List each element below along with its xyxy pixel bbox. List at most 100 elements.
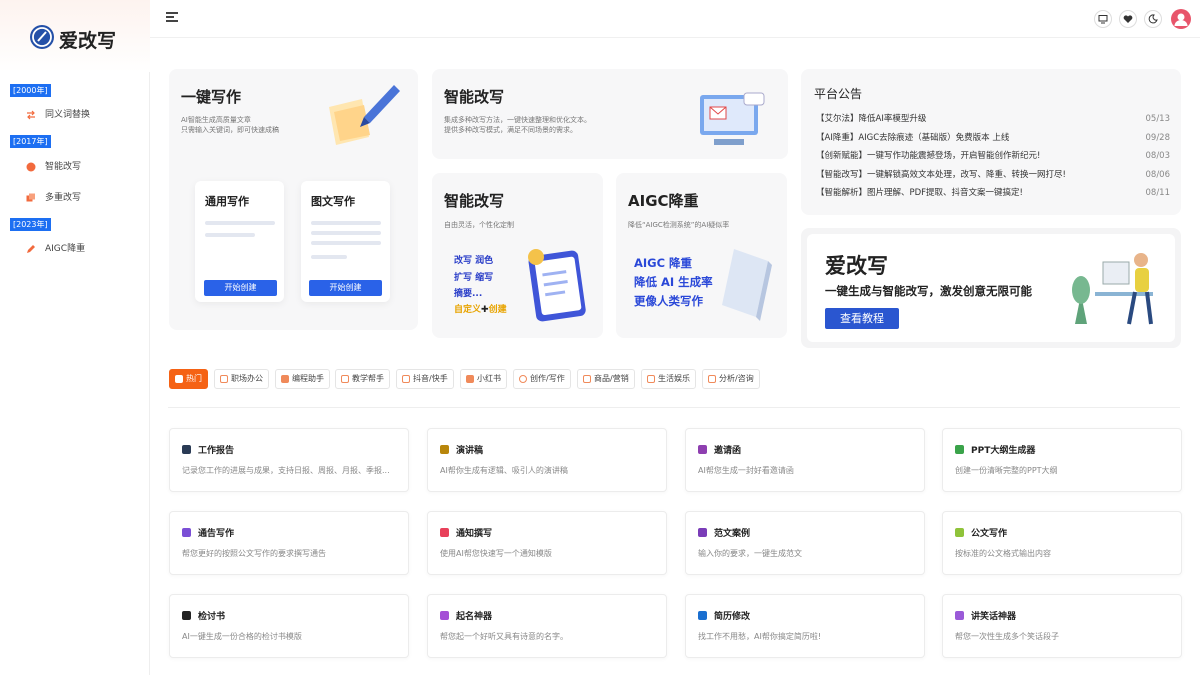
game-icon bbox=[647, 375, 655, 383]
sidebar-item-label: AIGC降重 bbox=[45, 244, 86, 254]
rewrite-top-card[interactable]: 智能改写 集成多种改写方法，一键快速整理和优化文本。 提供多种改写模式，满足不同… bbox=[432, 69, 788, 159]
moon-icon[interactable] bbox=[1144, 10, 1162, 28]
tool-card[interactable]: 通知撰写 使用AI帮您快速写一个通知模版 bbox=[427, 511, 667, 575]
tab-office[interactable]: 职场办公 bbox=[214, 369, 269, 389]
person-desk-icon bbox=[1072, 253, 1153, 325]
tool-desc: 帮您起一个好听又具有诗意的名字。 bbox=[440, 632, 568, 641]
joke-icon bbox=[955, 611, 964, 620]
tab-xiaohongshu[interactable]: 小红书 bbox=[460, 369, 507, 389]
tab-label: 商品/营销 bbox=[594, 374, 629, 383]
announcement-date: 08/11 bbox=[1145, 188, 1171, 198]
announcement-text: 【智能改写】一键解锁高效文本处理，改写、降重、转换一网打尽! bbox=[816, 170, 1066, 180]
tool-desc: 使用AI帮您快速写一个通知模版 bbox=[440, 549, 552, 558]
tool-desc: AI帮您生成一封好看邀请函 bbox=[698, 466, 794, 475]
announcement-date: 09/28 bbox=[1145, 133, 1171, 143]
naming-icon bbox=[440, 611, 449, 620]
tool-title: 演讲稿 bbox=[456, 446, 484, 456]
write-card[interactable]: 一键写作 AI智能生成高质量文章 只需输入关键词，即可快速成稿 通用写作 开始创… bbox=[169, 69, 418, 330]
book-icon bbox=[466, 375, 474, 383]
tool-desc: 找工作不用愁，AI帮你搞定简历啦! bbox=[698, 632, 822, 641]
tab-hot[interactable]: 热门 bbox=[169, 369, 208, 389]
rewrite-line-1: 改写 润色 bbox=[454, 256, 494, 266]
group-tag-2023: [2023年] bbox=[10, 218, 51, 231]
aigc-card[interactable]: AIGC降重 降低“AIGC检测系统”的AI疑似率 AIGC 降重 降低 AI … bbox=[616, 173, 787, 338]
announcement-item[interactable]: 【AI降重】AIGC去除痕迹（基础版）免费版本 上线 09/28 bbox=[816, 132, 1170, 144]
tab-label: 教学帮手 bbox=[352, 374, 384, 383]
clipboard-icon bbox=[528, 249, 586, 322]
pencil-icon bbox=[27, 245, 35, 253]
tool-title: 起名神器 bbox=[456, 612, 493, 622]
rewrite-top-title: 智能改写 bbox=[444, 88, 505, 106]
heart-icon[interactable] bbox=[1119, 10, 1137, 28]
tool-card[interactable]: 演讲稿 AI帮你生成有逻辑、吸引人的演讲稿 bbox=[427, 428, 667, 492]
tool-card[interactable]: 讲笑话神器 帮您一次性生成多个笑话段子 bbox=[942, 594, 1182, 658]
tab-label: 生活娱乐 bbox=[658, 374, 690, 383]
tab-coding[interactable]: 编程助手 bbox=[275, 369, 330, 389]
tool-title: 工作报告 bbox=[198, 446, 235, 456]
tab-analysis[interactable]: 分析/咨询 bbox=[702, 369, 760, 389]
group-tag-2017: [2017年] bbox=[10, 135, 51, 148]
shop-icon bbox=[583, 375, 591, 383]
announcement-item[interactable]: 【智能解析】图片理解、PDF提取、抖音文案一键搞定! 08/11 bbox=[816, 187, 1170, 199]
tab-label: 抖音/快手 bbox=[413, 374, 448, 383]
rewrite-line-3: 摘要... bbox=[454, 289, 483, 299]
tool-desc: AI帮你生成有逻辑、吸引人的演讲稿 bbox=[440, 466, 568, 475]
invitation-icon bbox=[698, 445, 707, 454]
promo-slogan: 一键生成与智能改写，激发创意无限可能 bbox=[825, 284, 1032, 298]
tab-label: 职场办公 bbox=[231, 374, 263, 383]
tutorial-button[interactable]: 查看教程 bbox=[825, 308, 899, 329]
write-sub2: 只需输入关键词，即可快速成稿 bbox=[181, 126, 279, 134]
pen-icon bbox=[519, 375, 527, 383]
announcement-date: 08/06 bbox=[1145, 170, 1171, 180]
menu-icon[interactable] bbox=[166, 12, 178, 22]
tool-title: 简历修改 bbox=[714, 612, 751, 622]
general-write-button[interactable]: 开始创建 bbox=[204, 280, 277, 296]
notice-icon bbox=[182, 528, 191, 537]
rewrite-line-4: 自定义✚创建 bbox=[454, 305, 507, 315]
tab-douyin[interactable]: 抖音/快手 bbox=[396, 369, 454, 389]
tab-teaching[interactable]: 教学帮手 bbox=[335, 369, 390, 389]
rewrite-small-card[interactable]: 智能改写 自由灵活，个性化定制 改写 润色 扩写 缩写 摘要... 自定义✚创建 bbox=[432, 173, 603, 338]
tool-desc: 帮您更好的按照公文写作的要求撰写通告 bbox=[182, 549, 326, 558]
announcement-text: 【智能解析】图片理解、PDF提取、抖音文案一键搞定! bbox=[816, 188, 1023, 198]
tool-card[interactable]: PPT大纲生成器 创建一份清晰完整的PPT大纲 bbox=[942, 428, 1182, 492]
tool-card[interactable]: 范文案例 输入你的要求，一键生成范文 bbox=[685, 511, 925, 575]
tool-card[interactable]: 通告写作 帮您更好的按照公文写作的要求撰写通告 bbox=[169, 511, 409, 575]
announcement-item[interactable]: 【智能改写】一键解锁高效文本处理，改写、降重、转换一网打尽! 08/06 bbox=[816, 169, 1170, 181]
video-icon bbox=[402, 375, 410, 383]
monitor-icon[interactable] bbox=[1094, 10, 1112, 28]
tab-label: 小红书 bbox=[477, 374, 501, 383]
briefcase-icon bbox=[220, 375, 228, 383]
tab-marketing[interactable]: 商品/营销 bbox=[577, 369, 635, 389]
tool-card[interactable]: 起名神器帮您起一个好听又具有诗意的名字。 bbox=[427, 594, 667, 658]
group-tag-2000: [2000年] bbox=[10, 84, 51, 97]
tool-card[interactable]: 简历修改找工作不用愁，AI帮你搞定简历啦! bbox=[685, 594, 925, 658]
tool-desc: 帮您一次性生成多个笑话段子 bbox=[955, 632, 1059, 641]
rewrite-line-2: 扩写 缩写 bbox=[454, 273, 494, 283]
tool-card[interactable]: 公文写作 按标准的公文格式输出内容 bbox=[942, 511, 1182, 575]
announcement-text: 【AI降重】AIGC去除痕迹（基础版）免费版本 上线 bbox=[816, 133, 1010, 143]
announcement-item[interactable]: 【艾尔法】降低AI率模型升级 05/13 bbox=[816, 113, 1170, 125]
sidebar: 爱改写 [2000年] 同义词替换 [2017年] 智能改写 多重改写 [202… bbox=[0, 0, 150, 675]
tool-card[interactable]: 工作报告 记录您工作的进展与成果，支持日报、周报、月报、季报... bbox=[169, 428, 409, 492]
tool-title: PPT大纲生成器 bbox=[971, 446, 1036, 456]
tab-life[interactable]: 生活娱乐 bbox=[641, 369, 696, 389]
image-write-button[interactable]: 开始创建 bbox=[309, 280, 382, 296]
write-sub1: AI智能生成高质量文章 bbox=[181, 116, 251, 124]
general-write-card[interactable]: 通用写作 开始创建 bbox=[195, 181, 284, 302]
tab-creation[interactable]: 创作/写作 bbox=[513, 369, 571, 389]
logo[interactable]: 爱改写 bbox=[0, 0, 150, 72]
tool-desc: 按标准的公文格式输出内容 bbox=[955, 549, 1051, 558]
tool-title: 邀请函 bbox=[714, 446, 742, 456]
notify-icon bbox=[440, 528, 449, 537]
user-avatar-icon[interactable] bbox=[1171, 9, 1191, 29]
pen-book-icon bbox=[329, 85, 400, 145]
announcement-item[interactable]: 【创新赋能】一键写作功能震撼登场，开启智能创作新纪元! 08/03 bbox=[816, 150, 1170, 162]
tool-card[interactable]: 邀请函 AI帮您生成一封好看邀请函 bbox=[685, 428, 925, 492]
aigc-line-3: 更像人类写作 bbox=[634, 294, 703, 308]
custom-label: 自定义 bbox=[454, 305, 482, 315]
announcement-date: 05/13 bbox=[1145, 114, 1171, 124]
sample-icon bbox=[698, 528, 707, 537]
image-write-card[interactable]: 图文写作 开始创建 bbox=[301, 181, 390, 302]
tool-card[interactable]: 检讨书 AI一键生成一份合格的检讨书模版 bbox=[169, 594, 409, 658]
